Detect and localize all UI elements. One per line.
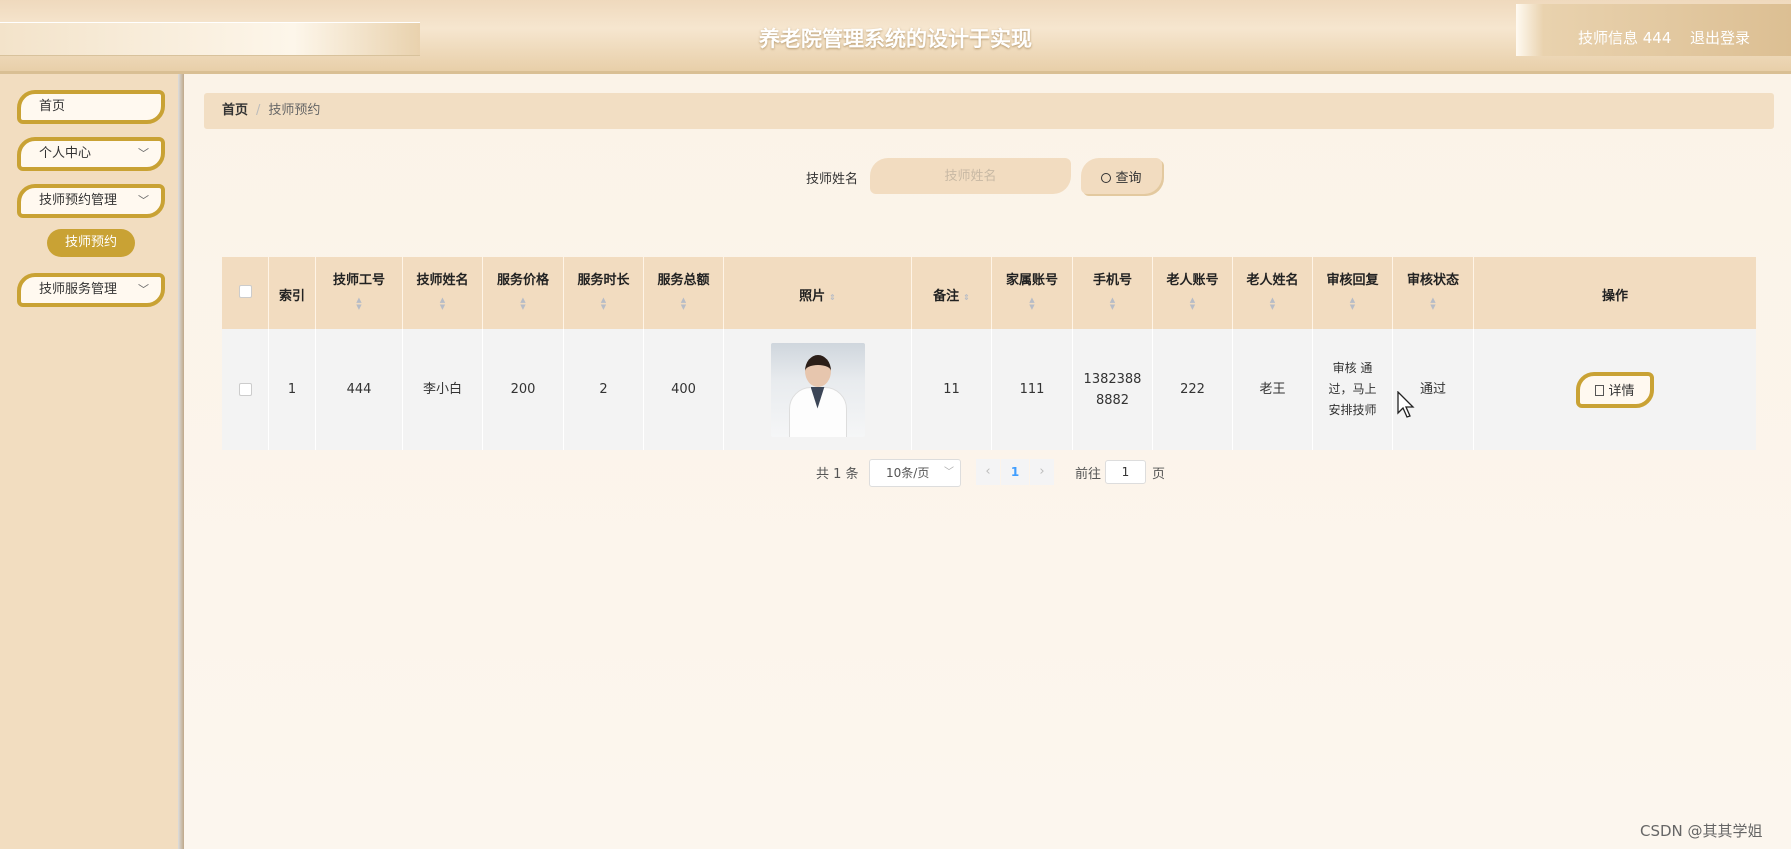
page-size-select[interactable]: 10条/页 ﹀ — [869, 459, 961, 487]
sort-icon[interactable]: ▲ ▼ — [644, 297, 723, 311]
cell-elder-account: 222 — [1153, 329, 1233, 450]
technician-photo — [770, 342, 865, 437]
cell-phone: 1382388 8882 — [1073, 329, 1153, 450]
table-header: 操作 — [1474, 257, 1756, 329]
table-header[interactable]: 技师姓名 ▲ ▼ — [403, 257, 483, 329]
chevron-down-icon: ﹀ — [138, 147, 149, 160]
sidebar-item-label: 首页 — [39, 99, 66, 114]
sidebar-item-label: 技师服务管理 — [39, 282, 118, 297]
breadcrumb-separator: / — [256, 103, 261, 118]
logout-link[interactable]: 退出登录 — [1690, 27, 1750, 48]
search-label: 技师姓名 — [806, 172, 859, 187]
table-header[interactable]: 备注 ⇕ — [912, 257, 992, 329]
cell-total: 400 — [644, 329, 724, 450]
table-header[interactable]: 服务时长 ▲ ▼ — [564, 257, 644, 329]
watermark: CSDN @其其学姐 — [1640, 822, 1763, 840]
cell-elder-name: 老王 — [1233, 329, 1313, 450]
search-button[interactable]: 查询 — [1081, 158, 1162, 194]
sort-icon[interactable]: ▲ ▼ — [992, 297, 1072, 311]
sidebar: 首页 个人中心 ﹀ 技师预约管理 ﹀ 技师预约 技师服务管理 ﹀ — [0, 74, 178, 849]
pagination-total: 共 1 条 — [816, 467, 859, 482]
next-page-button[interactable]: › — [1030, 459, 1054, 485]
sidebar-item-home[interactable]: 首页 — [17, 90, 165, 124]
table-header[interactable]: 手机号 ▲ ▼ — [1073, 257, 1153, 329]
app-title: 养老院管理系统的设计于实现 — [759, 27, 1032, 51]
sort-icon[interactable]: ▲ ▼ — [1073, 297, 1152, 311]
page-number[interactable]: 1 — [1001, 459, 1029, 485]
top-header: 养老院管理系统的设计于实现 技师信息 444 退出登录 — [0, 0, 1791, 74]
sort-icon[interactable]: ▲ ▼ — [564, 297, 643, 311]
table-header[interactable]: 审核回复 ▲ ▼ — [1313, 257, 1393, 329]
table-header[interactable]: 老人账号 ▲ ▼ — [1153, 257, 1233, 329]
breadcrumb-current: 技师预约 — [268, 103, 321, 118]
header-select-all[interactable] — [222, 257, 269, 329]
chevron-down-icon: ﹀ — [138, 283, 149, 296]
cell-actions: 详情 — [1474, 329, 1756, 450]
cell-duration: 2 — [564, 329, 644, 450]
cell-price: 200 — [483, 329, 564, 450]
table-header[interactable]: 服务总额 ▲ ▼ — [644, 257, 724, 329]
sort-icon[interactable]: ▲ ▼ — [1233, 297, 1312, 311]
sidebar-item-service-management[interactable]: 技师服务管理 ﹀ — [17, 273, 165, 307]
sort-icon[interactable]: ▲ ▼ — [316, 297, 402, 311]
chevron-down-icon: ﹀ — [944, 467, 954, 478]
document-icon — [1595, 385, 1605, 396]
sort-icon[interactable]: ▲ ▼ — [483, 297, 563, 311]
select-all-checkbox[interactable] — [238, 285, 252, 298]
prev-page-button[interactable]: ‹ — [976, 459, 1000, 485]
goto-page-input[interactable] — [1105, 460, 1146, 484]
search-input[interactable] — [870, 158, 1071, 194]
cell-reply: 审核 通 过，马上 安排技师 — [1313, 329, 1393, 450]
table-header[interactable]: 家属账号 ▲ ▼ — [992, 257, 1073, 329]
table-row-select[interactable] — [222, 329, 269, 450]
table-header[interactable]: 照片 ⇕ — [724, 257, 912, 329]
chevron-down-icon: ﹀ — [138, 194, 149, 207]
sort-icon[interactable]: ⇕ — [829, 293, 836, 302]
cell-photo — [724, 329, 912, 450]
sort-icon[interactable]: ▲ ▼ — [1313, 297, 1392, 311]
cell-tech-id: 444 — [316, 329, 403, 450]
sort-icon[interactable]: ▲ ▼ — [1393, 297, 1473, 311]
table-header[interactable]: 审核状态 ▲ ▼ — [1393, 257, 1474, 329]
sort-icon[interactable]: ▲ ▼ — [1153, 297, 1232, 311]
sidebar-item-label: 个人中心 — [39, 146, 92, 161]
sidebar-subitem-appointment[interactable]: 技师预约 — [47, 229, 135, 257]
sidebar-item-label: 技师预约管理 — [39, 193, 118, 208]
detail-button[interactable]: 详情 — [1576, 371, 1654, 408]
cell-family-account: 111 — [992, 329, 1073, 450]
cell-remark: 11 — [912, 329, 992, 450]
breadcrumb: 首页 / 技师预约 — [204, 93, 1774, 129]
table-header: 索引 — [269, 257, 316, 329]
cell-tech-name: 李小白 — [403, 329, 483, 450]
sidebar-item-appointment-management[interactable]: 技师预约管理 ﹀ — [17, 184, 165, 218]
table-header[interactable]: 服务价格 ▲ ▼ — [483, 257, 564, 329]
sort-icon[interactable]: ▲ ▼ — [403, 297, 482, 311]
breadcrumb-home[interactable]: 首页 — [222, 103, 248, 118]
search-icon — [1101, 172, 1112, 183]
table-header[interactable]: 老人姓名 ▲ ▼ — [1233, 257, 1313, 329]
cell-status: 通过 — [1393, 329, 1474, 450]
search-button-label: 查询 — [1115, 170, 1142, 186]
table-header[interactable]: 技师工号 ▲ ▼ — [316, 257, 403, 329]
user-info: 技师信息 444 — [1578, 29, 1672, 47]
cell-index: 1 — [269, 329, 316, 450]
page-unit-label: 页 — [1152, 467, 1166, 482]
row-checkbox[interactable] — [238, 383, 252, 396]
sort-icon[interactable]: ⇕ — [963, 293, 970, 302]
appointment-table: 索引 技师工号 ▲ ▼ 技师姓名 ▲ ▼ 服务价格 ▲ ▼ 服务时长 ▲ ▼ 服务总额 … — [222, 257, 1756, 450]
sidebar-item-personal-center[interactable]: 个人中心 ﹀ — [17, 137, 165, 171]
goto-label: 前往 — [1075, 467, 1102, 482]
mouse-cursor-icon — [1397, 391, 1415, 418]
